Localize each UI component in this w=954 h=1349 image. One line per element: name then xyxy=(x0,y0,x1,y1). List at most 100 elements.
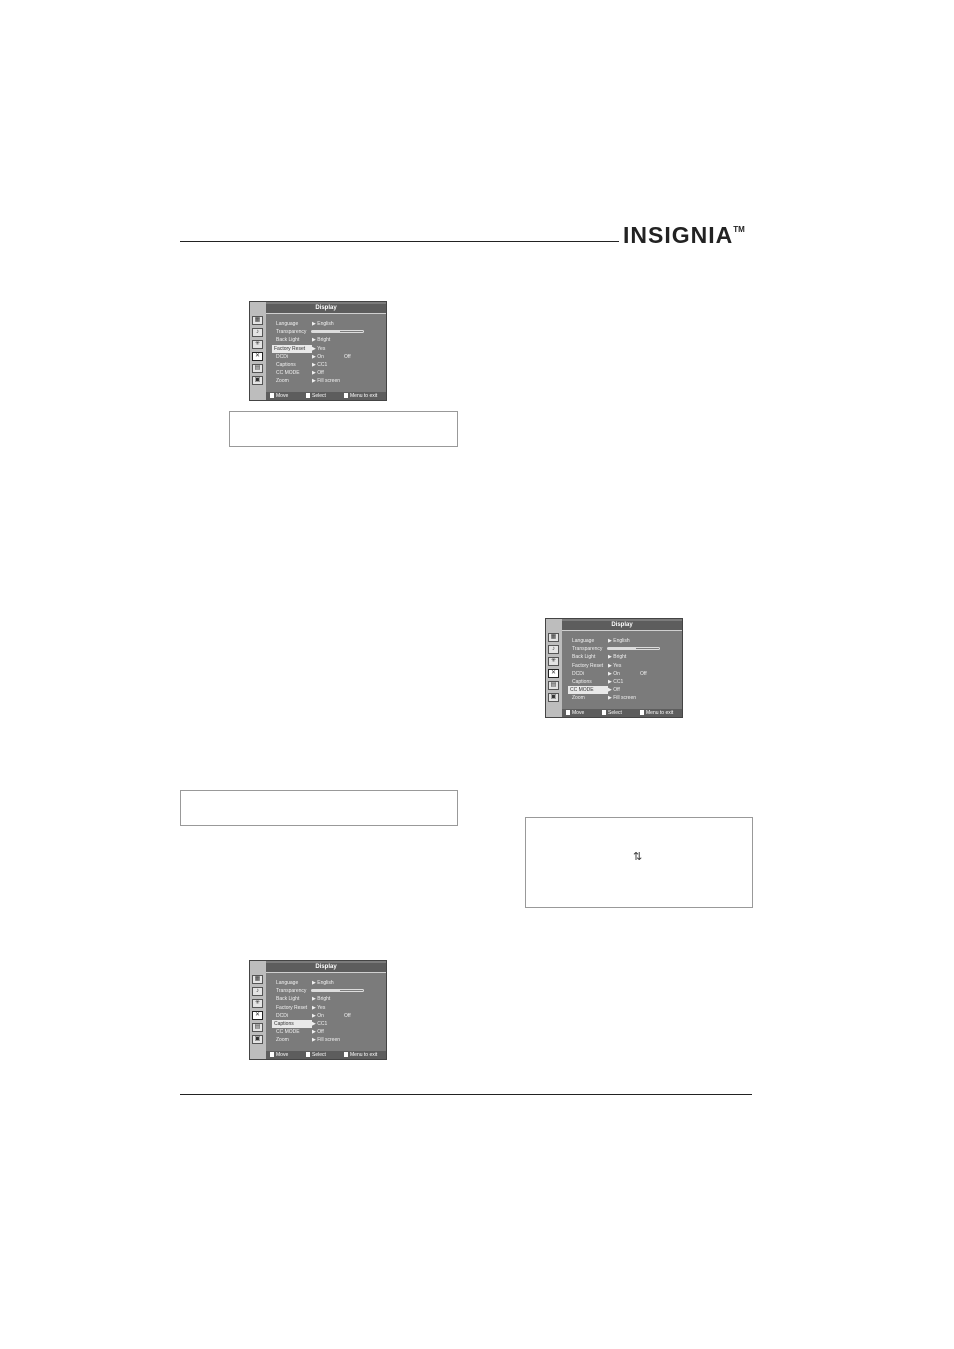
menu-row[interactable]: Zoom ▶ Fill screen xyxy=(272,1036,382,1044)
menu-row[interactable]: Factory Reset ▶ Yes xyxy=(272,1004,382,1012)
lock-menu-icon[interactable]: ▤ xyxy=(548,681,559,690)
audio-menu-icon[interactable]: ♪ xyxy=(252,987,263,996)
audio-menu-icon[interactable]: ♪ xyxy=(252,328,263,337)
display-menu-screenshot-1: ▦ ♪ ✳ ✕ ▤ ▣ Display Language ▶ English Transparen… xyxy=(249,301,387,401)
input-menu-icon[interactable]: ▣ xyxy=(548,693,559,702)
menu-title: Display xyxy=(562,621,682,630)
menu-row-value-text: Yes xyxy=(317,345,326,352)
menu-row[interactable]: DCDi ▶ On Off xyxy=(272,353,382,361)
picture-menu-icon[interactable]: ▦ xyxy=(252,316,263,325)
exit-hint: Menu to exit xyxy=(640,709,673,717)
menu-row-label: Language xyxy=(572,638,595,644)
setup-menu-icon[interactable]: ✕ xyxy=(548,669,559,678)
move-hint-text: Move xyxy=(276,393,289,399)
channel-menu-icon[interactable]: ✳ xyxy=(252,340,263,349)
menu-row[interactable]: Zoom ▶ Fill screen xyxy=(568,694,678,702)
menu-row[interactable]: Language ▶ English xyxy=(272,979,382,987)
menu-row-value-text: Off xyxy=(317,1029,324,1036)
move-hint: Move xyxy=(270,1051,288,1059)
menu-row-value: ▶ Bright xyxy=(312,336,330,344)
picture-menu-icon[interactable]: ▦ xyxy=(252,975,263,984)
remote-key-icon xyxy=(270,1052,274,1057)
menu-row[interactable]: Factory Reset ▶ Yes xyxy=(568,662,678,670)
menu-row[interactable]: Back Light ▶ Bright xyxy=(568,653,678,661)
lock-menu-icon[interactable]: ▤ xyxy=(252,364,263,373)
menu-row-value-text: CC1 xyxy=(317,362,328,368)
menu-row[interactable]: CC MODE ▶ Off xyxy=(272,369,382,377)
menu-row-label: CC MODE xyxy=(276,370,300,377)
note-box-2 xyxy=(180,790,458,826)
menu-row-value-text: Bright xyxy=(613,654,627,661)
menu-icon-column: ▦ ♪ ✳ ✕ ▤ ▣ xyxy=(546,619,562,717)
lock-menu-icon[interactable]: ▤ xyxy=(252,1023,263,1032)
menu-icon-column: ▦ ♪ ✳ ✕ ▤ ▣ xyxy=(250,961,266,1059)
menu-row[interactable]: CC MODE ▶ Off xyxy=(272,1028,382,1036)
menu-row-label: Zoom xyxy=(572,695,585,702)
remote-key-icon xyxy=(306,393,310,398)
channel-menu-icon[interactable]: ✳ xyxy=(252,999,263,1008)
setup-menu-icon[interactable]: ✕ xyxy=(252,1011,263,1020)
menu-row-value: ▶ English xyxy=(608,637,630,645)
menu-row-value: ▶ CC1 xyxy=(608,678,623,686)
select-hint-text: Select xyxy=(608,710,622,716)
menu-row-value-text: English xyxy=(317,321,334,327)
menu-row[interactable]: Transparency xyxy=(568,645,678,653)
menu-row-label: Transparency xyxy=(276,329,307,336)
menu-row[interactable]: Language ▶ English xyxy=(568,637,678,645)
menu-row-value-text: Fill screen xyxy=(317,378,341,385)
transparency-slider[interactable] xyxy=(311,330,364,334)
menu-row-label: CC MODE xyxy=(276,1029,300,1036)
channel-menu-icon[interactable]: ✳ xyxy=(548,657,559,666)
transparency-slider[interactable] xyxy=(311,989,364,993)
menu-row-value-text: Fill screen xyxy=(317,1037,341,1044)
menu-row-label: DCDi xyxy=(276,1012,288,1019)
menu-row[interactable]: Transparency xyxy=(272,328,382,336)
menu-row-value-text: Off xyxy=(613,687,620,694)
menu-row[interactable]: CC MODE ▶ Off xyxy=(568,686,678,695)
menu-row-value: ▶ Off xyxy=(312,369,324,377)
remote-key-icon xyxy=(306,1052,310,1057)
menu-row[interactable]: Factory Reset ▶ Yes xyxy=(272,344,382,353)
exit-hint: Menu to exit xyxy=(344,1051,377,1059)
move-hint-text: Move xyxy=(572,710,585,716)
menu-row[interactable]: Transparency xyxy=(272,987,382,995)
menu-row-value: ▶ Bright xyxy=(608,653,626,661)
audio-menu-icon[interactable]: ♪ xyxy=(548,645,559,654)
menu-row[interactable]: Back Light ▶ Bright xyxy=(272,995,382,1003)
menu-row-value: ▶ Off xyxy=(312,1028,324,1036)
menu-row-value: ▶ Yes xyxy=(608,662,621,670)
menu-title-divider xyxy=(562,630,682,631)
input-menu-icon[interactable]: ▣ xyxy=(252,1035,263,1044)
transparency-slider[interactable] xyxy=(607,647,660,651)
menu-row-value-text: English xyxy=(613,638,630,644)
menu-row-value-text: On xyxy=(613,670,620,677)
menu-row[interactable]: Captions ▶ CC1 xyxy=(272,361,382,369)
menu-row[interactable]: Zoom ▶ Fill screen xyxy=(272,377,382,385)
menu-row-label: Transparency xyxy=(276,988,307,995)
remote-key-icon xyxy=(640,710,644,715)
select-hint-text: Select xyxy=(312,393,326,399)
menu-row[interactable]: Captions ▶ CC1 xyxy=(272,1020,382,1028)
move-hint: Move xyxy=(270,392,288,400)
select-hint: Select xyxy=(306,392,326,400)
setup-menu-icon[interactable]: ✕ xyxy=(252,352,263,361)
transparency-slider-fill xyxy=(608,648,637,650)
menu-row-value: ▶ CC1 xyxy=(312,1020,327,1028)
menu-row[interactable]: DCDi ▶ On Off xyxy=(568,670,678,678)
menu-title: Display xyxy=(266,963,386,972)
move-hint-text: Move xyxy=(276,1052,289,1058)
menu-row[interactable]: Back Light ▶ Bright xyxy=(272,336,382,344)
picture-menu-icon[interactable]: ▦ xyxy=(548,633,559,642)
logo-text: INSIGNIA xyxy=(623,222,734,248)
menu-row-label: Factory Reset xyxy=(572,662,604,669)
exit-hint-text: Menu to exit xyxy=(646,710,674,716)
menu-row-value: ▶ Yes xyxy=(312,1004,325,1012)
menu-row[interactable]: Captions ▶ CC1 xyxy=(568,678,678,686)
menu-row-label: DCDi xyxy=(276,353,288,360)
menu-row-value-text: On xyxy=(317,353,324,360)
menu-row[interactable]: DCDi ▶ On Off xyxy=(272,1012,382,1020)
menu-row[interactable]: Language ▶ English xyxy=(272,320,382,328)
remote-key-icon xyxy=(344,1052,348,1057)
menu-title-divider xyxy=(266,313,386,314)
input-menu-icon[interactable]: ▣ xyxy=(252,376,263,385)
